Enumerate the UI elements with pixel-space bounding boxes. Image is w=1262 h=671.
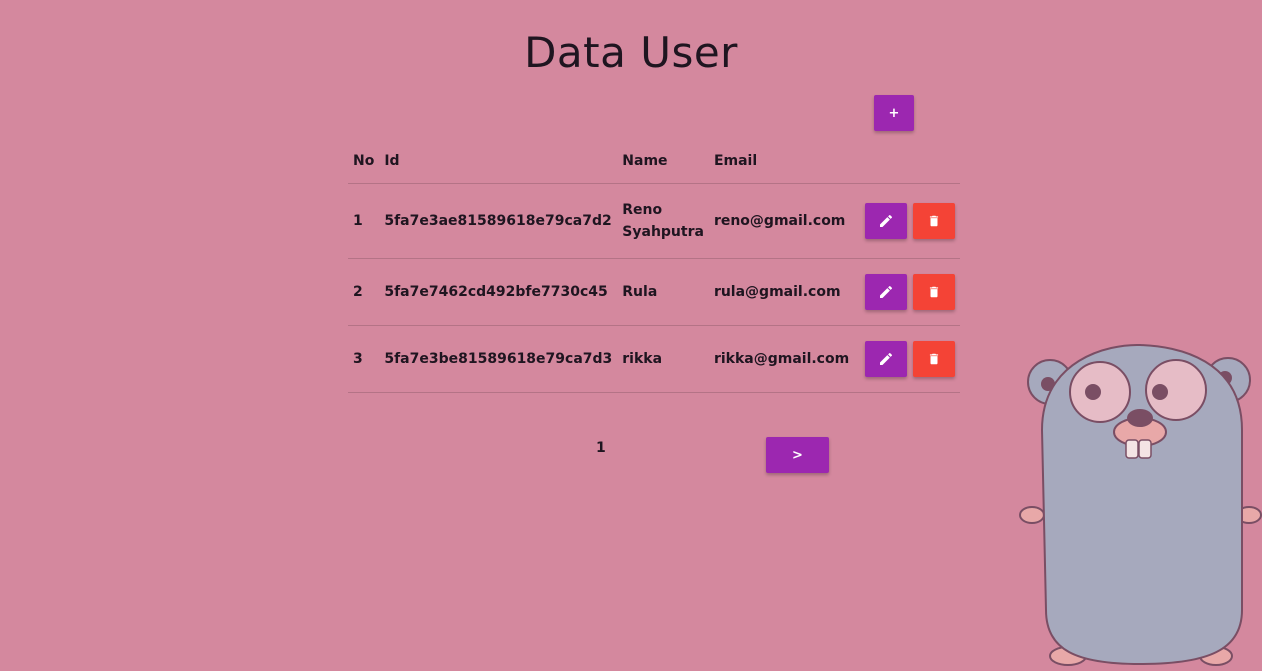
cell-name: Rula [617,258,709,326]
column-header-email: Email [708,138,855,184]
trash-icon [930,215,939,227]
cell-no: 3 [348,325,380,393]
page-title: Data User [524,28,738,77]
cell-actions [854,183,961,259]
delete-user-button[interactable] [913,341,956,377]
table-row: 2 5fa7e7462cd492bfe7730c45 Rula rula@gma… [348,258,961,326]
cell-no: 1 [348,183,380,259]
trash-icon [930,353,939,365]
table-header-row: No Id Name Email [348,138,961,184]
pencil-icon [880,214,893,227]
cell-email: rula@gmail.com [708,258,855,326]
cell-id: 5fa7e3be81589618e79ca7d3 [379,325,618,393]
current-page-number: 1 [596,440,606,456]
gopher-mascot [1019,343,1262,666]
cell-email: rikka@gmail.com [708,325,855,393]
table-row: 3 5fa7e3be81589618e79ca7d3 rikka rikka@g… [348,325,961,393]
add-user-button[interactable]: + [874,95,914,131]
cell-actions [854,325,961,393]
pencil-icon [880,352,893,365]
column-header-name: Name [617,138,709,184]
cell-actions [854,258,961,326]
column-header-id: Id [379,138,618,184]
cell-name: rikka [617,325,709,393]
cell-email: reno@gmail.com [708,183,855,259]
table-row: 1 5fa7e3ae81589618e79ca7d2 Reno Syahputr… [348,183,961,259]
edit-user-button[interactable] [865,203,908,239]
column-header-actions [854,138,961,184]
column-header-no: No [348,138,380,184]
edit-user-button[interactable] [865,274,908,310]
pencil-icon [880,285,893,298]
next-page-button[interactable]: > [766,437,829,473]
cell-id: 5fa7e3ae81589618e79ca7d2 [379,183,618,259]
delete-user-button[interactable] [913,203,956,239]
delete-user-button[interactable] [913,274,956,310]
trash-icon [930,286,939,298]
user-table: No Id Name Email 1 5fa7e3ae81589618e79ca… [348,138,961,393]
cell-no: 2 [348,258,380,326]
user-table-container: No Id Name Email 1 5fa7e3ae81589618e79ca… [348,138,961,393]
cell-name: Reno Syahputra [617,183,709,259]
edit-user-button[interactable] [865,341,908,377]
cell-id: 5fa7e7462cd492bfe7730c45 [379,258,618,326]
